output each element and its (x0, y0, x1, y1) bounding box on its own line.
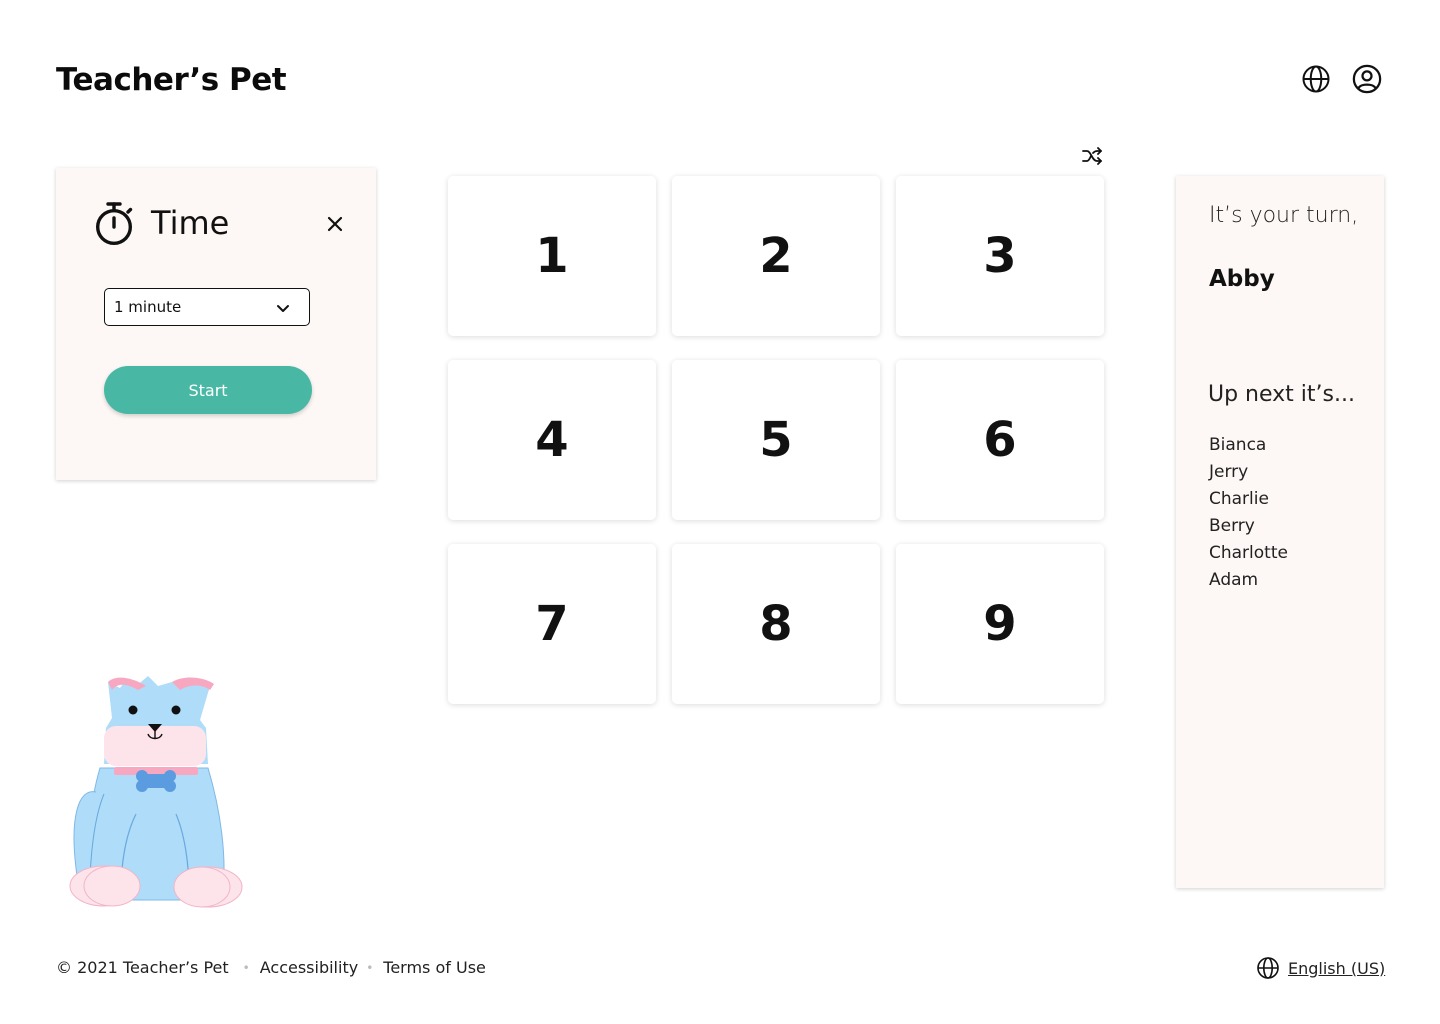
turn-panel: It’s your turn, Abby Up next it’s... Bia… (1176, 176, 1384, 888)
timer-card: Time 1 minute Start (56, 168, 376, 480)
turn-label: It’s your turn, (1209, 203, 1359, 228)
number-tile-7[interactable]: 7 (448, 544, 656, 704)
footer: © 2021 Teacher’s Pet • Accessibility • T… (56, 958, 486, 977)
footer-separator: • (242, 960, 250, 975)
number-tile-4[interactable]: 4 (448, 360, 656, 520)
chevron-down-icon (277, 305, 289, 312)
number-tile-2[interactable]: 2 (672, 176, 880, 336)
up-next-student: Berry (1209, 516, 1255, 536)
close-icon[interactable] (324, 213, 346, 235)
number-grid: 1 2 3 4 5 6 7 8 9 (448, 176, 1104, 704)
globe-icon[interactable] (1301, 64, 1331, 94)
terms-of-use-link[interactable]: Terms of Use (383, 958, 486, 977)
number-tile-8[interactable]: 8 (672, 544, 880, 704)
globe-icon (1257, 957, 1279, 979)
accessibility-link[interactable]: Accessibility (260, 958, 358, 977)
up-next-list: Bianca Jerry Charlie Berry Charlotte Ada… (1209, 432, 1288, 594)
up-next-label: Up next it’s... (1208, 382, 1355, 407)
language-label: English (US) (1288, 958, 1386, 978)
up-next-student: Jerry (1209, 462, 1249, 482)
user-circle-icon[interactable] (1352, 64, 1382, 94)
up-next-student: Charlotte (1209, 543, 1288, 563)
number-tile-5[interactable]: 5 (672, 360, 880, 520)
copyright-text: © 2021 Teacher’s Pet (56, 958, 229, 977)
up-next-student: Charlie (1209, 489, 1269, 509)
up-next-student: Adam (1209, 570, 1259, 590)
stopwatch-icon (96, 202, 133, 245)
duration-select-value: 1 minute (114, 298, 182, 316)
number-tile-3[interactable]: 3 (896, 176, 1104, 336)
number-tile-6[interactable]: 6 (896, 360, 1104, 520)
start-button[interactable]: Start (104, 366, 312, 414)
number-tile-9[interactable]: 9 (896, 544, 1104, 704)
number-tile-1[interactable]: 1 (448, 176, 656, 336)
current-student-name: Abby (1209, 266, 1275, 292)
duration-select[interactable]: 1 minute (104, 288, 310, 326)
up-next-student: Bianca (1209, 435, 1267, 455)
app-title: Teacher’s Pet (56, 62, 287, 98)
shuffle-icon[interactable] (1082, 146, 1102, 166)
language-selector[interactable]: English (US) (1256, 956, 1385, 980)
dog-mascot-illustration (69, 676, 243, 908)
timer-title: Time (151, 204, 230, 242)
footer-separator: • (366, 960, 374, 975)
